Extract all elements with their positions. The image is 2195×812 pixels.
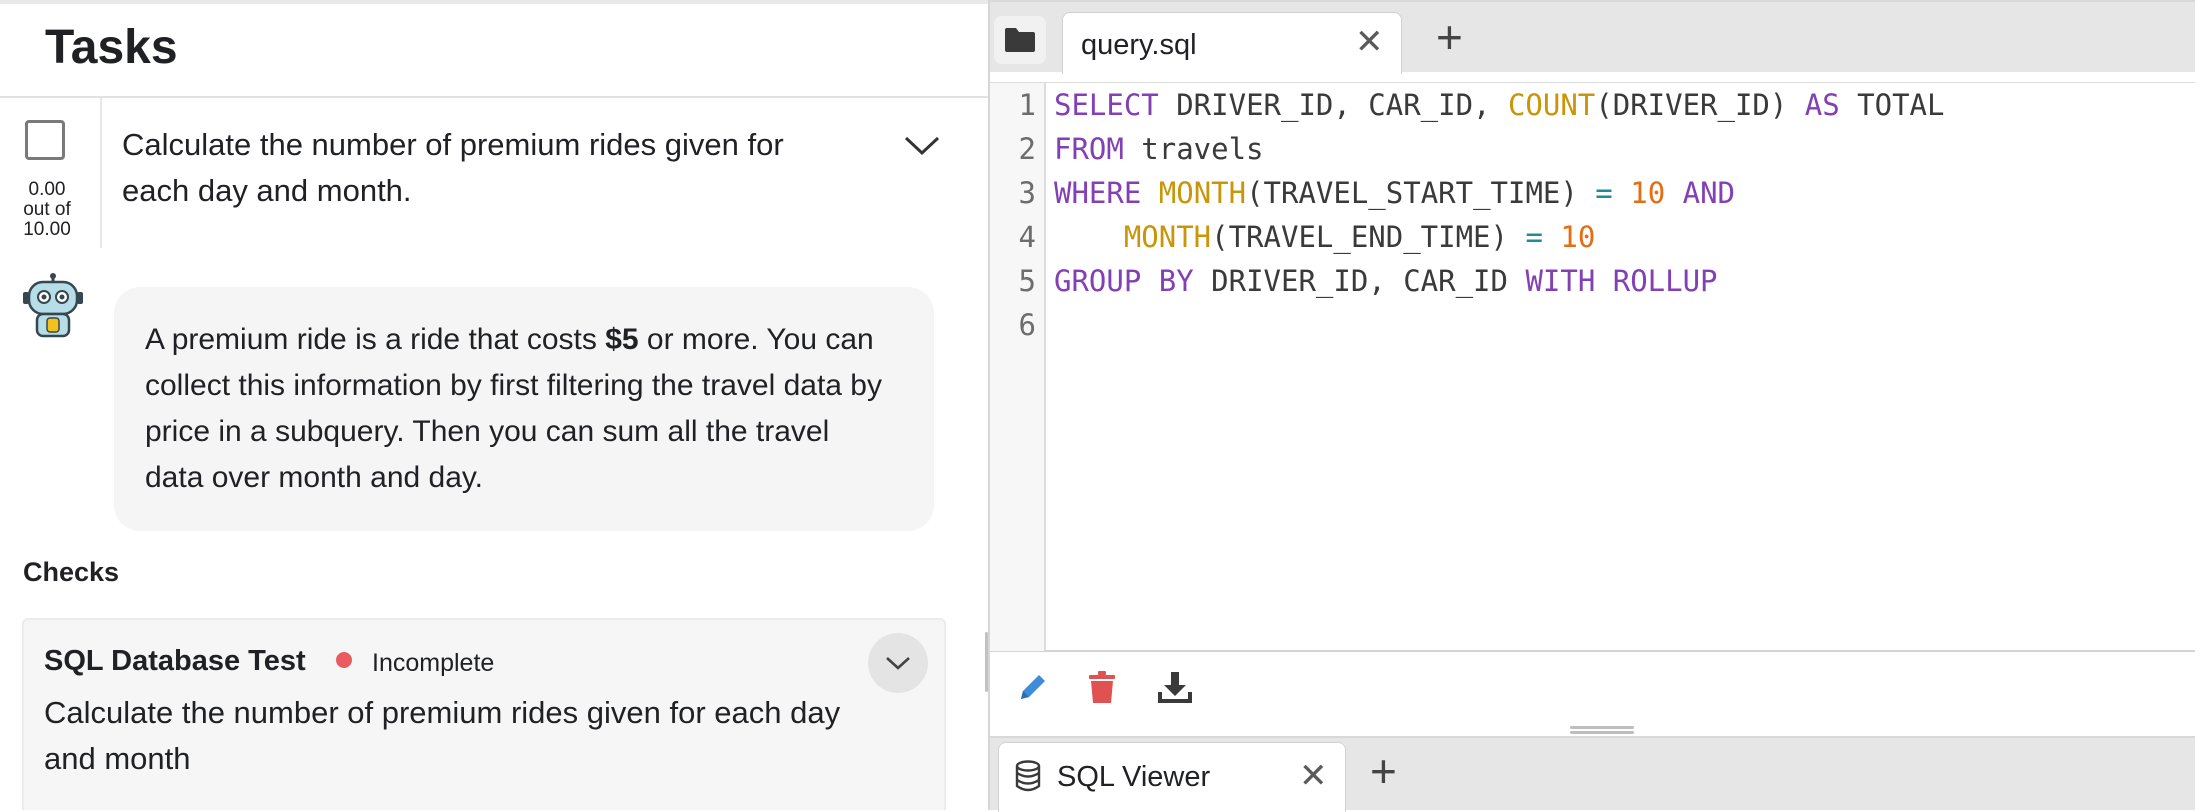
score-out-of: out of: [23, 199, 71, 220]
editor-panel: query.sql ✕ + 1 2 3 4 5 6 SELECT DRIVER_…: [990, 0, 2195, 812]
line-number: 5: [1018, 264, 1036, 298]
line-number: 6: [1018, 308, 1036, 342]
close-icon[interactable]: ✕: [1355, 25, 1384, 59]
hint-text-part1: A premium ride is a ride that costs: [145, 323, 606, 356]
hint-text: A premium ride is a ride that costs $5 o…: [145, 317, 885, 501]
delete-button[interactable]: [1086, 670, 1126, 710]
code-line-2: FROM travels: [1054, 132, 1264, 166]
check-expand-button[interactable]: [868, 633, 928, 693]
keyword: WITH: [1525, 264, 1596, 298]
keyword: GROUP: [1054, 264, 1142, 298]
code-line-3: WHERE MONTH(TRAVEL_START_TIME) = 10 AND: [1054, 176, 1735, 210]
task-description: Calculate the number of premium rides gi…: [122, 127, 784, 208]
score-max: 10.00: [23, 219, 71, 240]
task-score: 0.00 out of 10.00: [0, 180, 94, 240]
code-line-5: GROUP BY DRIVER_ID, CAR_ID WITH ROLLUP: [1054, 264, 1718, 298]
task-expand-button[interactable]: [902, 134, 942, 158]
operator: =: [1525, 220, 1543, 254]
add-tab-button[interactable]: +: [1436, 14, 1463, 60]
identifier: (DRIVER_ID): [1595, 88, 1805, 122]
function: MONTH: [1123, 220, 1212, 254]
viewer-tab-bar: SQL Viewer ✕ +: [990, 736, 2195, 812]
task-row: 0.00 out of 10.00 Calculate the number o…: [0, 98, 988, 248]
editor-tab-bar: query.sql ✕ +: [990, 0, 2195, 74]
tab-sql-viewer[interactable]: SQL Viewer ✕: [998, 742, 1346, 812]
keyword: WHERE: [1054, 176, 1142, 210]
trash-icon: [1089, 671, 1115, 703]
check-title: SQL Database Test: [44, 645, 306, 677]
keyword: AND: [1682, 176, 1736, 210]
keyword: FROM: [1054, 132, 1124, 166]
check-description: Calculate the number of premium rides gi…: [44, 695, 841, 776]
editor-toolbar: [990, 652, 2195, 726]
chevron-down-icon: [904, 136, 940, 156]
download-button[interactable]: [1158, 670, 1198, 710]
pencil-icon: [1021, 675, 1045, 699]
function: COUNT: [1507, 88, 1596, 122]
tab-label: SQL Viewer: [1057, 761, 1211, 793]
status-dot: [336, 652, 352, 668]
tasks-header: Tasks: [0, 4, 988, 98]
download-icon: [1158, 672, 1192, 703]
check-status: Incomplete: [372, 649, 495, 677]
database-icon: [1015, 760, 1041, 792]
task-check-column: 0.00 out of 10.00: [0, 98, 102, 248]
keyword: AS: [1804, 88, 1840, 122]
close-icon[interactable]: ✕: [1299, 759, 1328, 793]
operator: =: [1595, 176, 1613, 210]
code-line-1: SELECT DRIVER_ID, CAR_ID, COUNT(DRIVER_I…: [1054, 88, 1944, 122]
file-browser-button[interactable]: [994, 16, 1046, 64]
code-line-4: MONTH(TRAVEL_END_TIME) = 10: [1054, 220, 1595, 254]
tab-label: query.sql: [1081, 29, 1197, 61]
tasks-panel: Tasks 0.00 out of 10.00 Calculate the nu…: [0, 0, 988, 810]
line-number: 1: [1018, 88, 1036, 122]
function: MONTH: [1158, 176, 1247, 210]
edit-button[interactable]: [1016, 670, 1056, 710]
keyword: SELECT: [1054, 88, 1159, 122]
identifier: DRIVER_ID, CAR_ID,: [1158, 88, 1508, 122]
number: 10: [1560, 220, 1596, 254]
line-number: 3: [1018, 176, 1036, 210]
identifier: DRIVER_ID, CAR_ID: [1193, 264, 1526, 298]
split-resize-handle[interactable]: [1570, 724, 1634, 736]
tab-query-sql[interactable]: query.sql ✕: [1062, 12, 1402, 74]
checks-heading: Checks: [23, 557, 120, 587]
keyword: ROLLUP: [1612, 264, 1718, 298]
chevron-down-icon: [886, 657, 910, 670]
identifier: TOTAL: [1839, 88, 1945, 122]
robot-icon: [23, 273, 83, 338]
line-number-gutter: 1 2 3 4 5 6: [990, 83, 1046, 651]
code-editor[interactable]: 1 2 3 4 5 6 SELECT DRIVER_ID, CAR_ID, CO…: [990, 82, 2195, 652]
assistant-avatar: [20, 272, 86, 338]
keyword: BY: [1158, 264, 1194, 298]
score-value: 0.00: [28, 179, 66, 200]
add-tab-button[interactable]: +: [1370, 748, 1397, 794]
identifier: (TRAVEL_END_TIME): [1211, 220, 1526, 254]
identifier: (TRAVEL_START_TIME): [1246, 176, 1596, 210]
line-number: 2: [1018, 132, 1036, 166]
hint-text-bold: $5: [605, 323, 639, 356]
task-checkbox[interactable]: [25, 120, 65, 160]
folder-icon: [1005, 28, 1035, 52]
tasks-title: Tasks: [45, 21, 178, 74]
check-card: SQL Database Test Incomplete Calculate t…: [22, 618, 946, 810]
number: 10: [1630, 176, 1666, 210]
line-number: 4: [1018, 220, 1036, 254]
identifier: travels: [1123, 132, 1264, 166]
hint-bubble: A premium ride is a ride that costs $5 o…: [114, 287, 934, 531]
